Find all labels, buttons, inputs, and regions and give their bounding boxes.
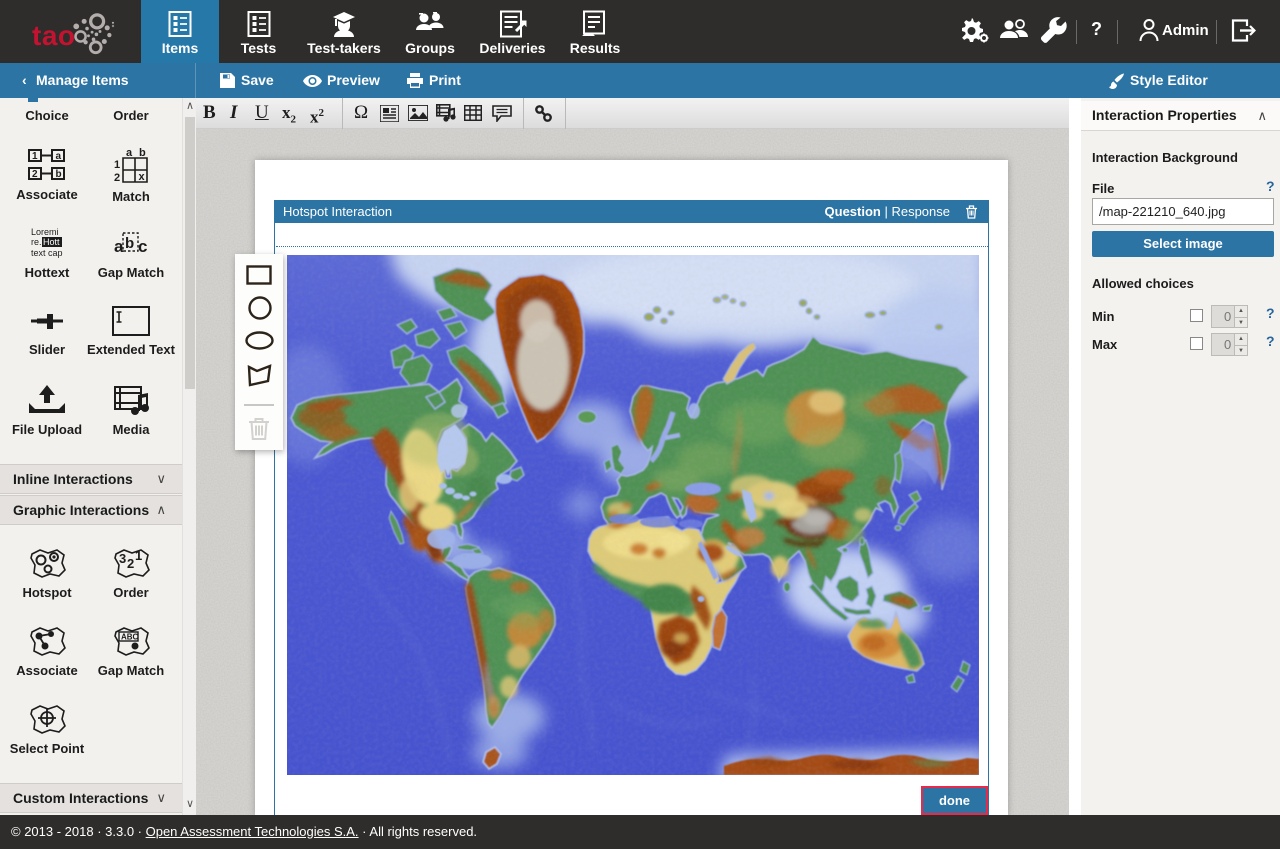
svg-text:Hott: Hott bbox=[43, 237, 60, 247]
svg-text:3: 3 bbox=[119, 551, 126, 566]
svg-text:1: 1 bbox=[32, 151, 38, 162]
svg-text:b: b bbox=[56, 169, 62, 180]
svg-text:1: 1 bbox=[135, 548, 142, 563]
svg-text:1: 1 bbox=[114, 159, 120, 171]
svg-text:x: x bbox=[139, 171, 146, 183]
svg-text:text cap: text cap bbox=[31, 248, 63, 258]
svg-text:c: c bbox=[138, 237, 147, 256]
svg-text:b: b bbox=[139, 148, 146, 159]
svg-text:re.: re. bbox=[31, 237, 42, 247]
svg-text:a: a bbox=[126, 148, 133, 159]
svg-text:2: 2 bbox=[32, 169, 38, 180]
svg-text:2: 2 bbox=[114, 172, 120, 184]
svg-text:Loremi: Loremi bbox=[31, 227, 59, 237]
svg-text:b: b bbox=[125, 235, 134, 252]
svg-text:2: 2 bbox=[127, 556, 134, 571]
svg-text:a: a bbox=[56, 151, 62, 162]
svg-text:ABC: ABC bbox=[121, 633, 139, 642]
